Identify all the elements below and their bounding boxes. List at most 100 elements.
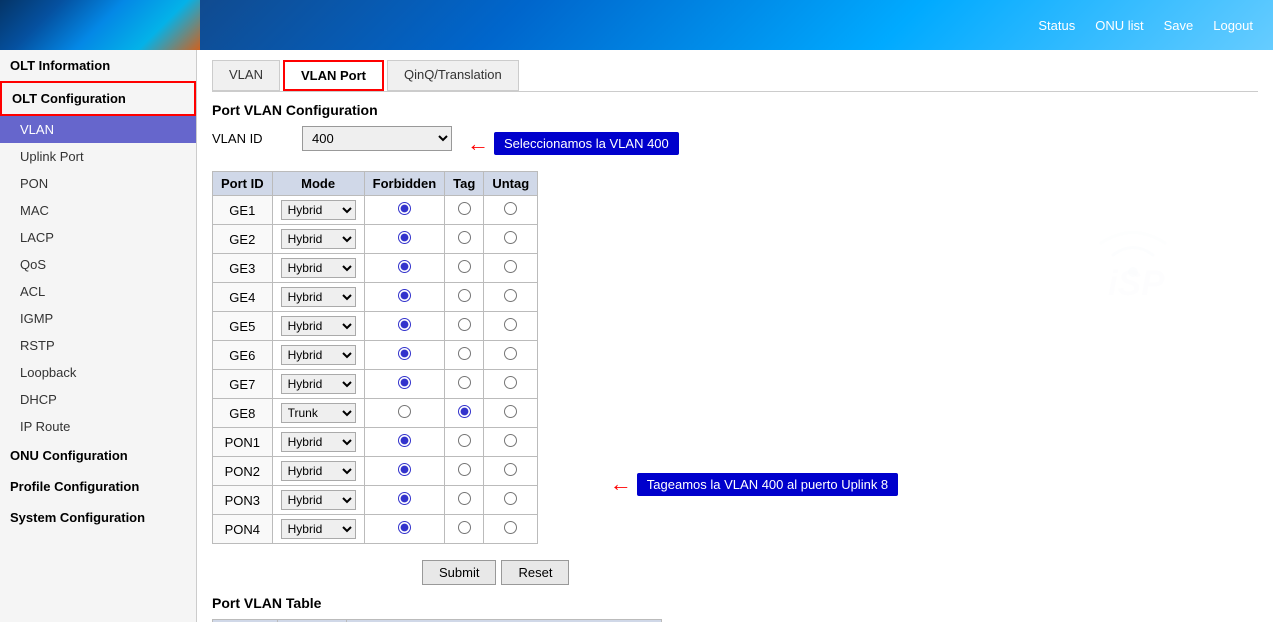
sidebar-item-dhcp[interactable]: DHCP <box>0 386 196 413</box>
mode-cell: HybridAccessTrunk <box>272 254 364 283</box>
tag-radio[interactable] <box>458 231 471 244</box>
sidebar-item-onu-config[interactable]: ONU Configuration <box>0 440 196 471</box>
forbidden-radio[interactable] <box>398 405 411 418</box>
logo <box>20 0 220 50</box>
sidebar-item-ip-route[interactable]: IP Route <box>0 413 196 440</box>
sidebar-item-uplink-port[interactable]: Uplink Port <box>0 143 196 170</box>
forbidden-radio[interactable] <box>398 492 411 505</box>
sidebar-item-profile-config[interactable]: Profile Configuration <box>0 471 196 502</box>
port-id-cell: GE6 <box>213 341 273 370</box>
tag-radio[interactable] <box>458 376 471 389</box>
mode-select[interactable]: HybridAccessTrunk <box>281 403 356 423</box>
mode-select[interactable]: HybridAccessTrunk <box>281 345 356 365</box>
port-id-cell: GE7 <box>213 370 273 399</box>
mode-select[interactable]: HybridAccessTrunk <box>281 258 356 278</box>
forbidden-radio[interactable] <box>398 376 411 389</box>
port-id-cell: GE8 <box>213 399 273 428</box>
tag-radio[interactable] <box>458 260 471 273</box>
submit-button[interactable]: Submit <box>422 560 496 585</box>
forbidden-radio[interactable] <box>398 521 411 534</box>
tab-qinq[interactable]: QinQ/Translation <box>387 60 519 91</box>
forbidden-radio[interactable] <box>398 231 411 244</box>
tag-radio[interactable] <box>458 347 471 360</box>
sidebar-item-olt-config[interactable]: OLT Configuration <box>0 81 196 116</box>
sidebar-item-loopback[interactable]: Loopback <box>0 359 196 386</box>
sidebar-item-system-config[interactable]: System Configuration <box>0 502 196 533</box>
port-id-cell: PON1 <box>213 428 273 457</box>
sidebar-item-acl[interactable]: ACL <box>0 278 196 305</box>
untag-radio[interactable] <box>504 202 517 215</box>
untag-radio[interactable] <box>504 318 517 331</box>
untag-radio[interactable] <box>504 492 517 505</box>
untag-radio[interactable] <box>504 405 517 418</box>
forbidden-radio[interactable] <box>398 463 411 476</box>
nav-save[interactable]: Save <box>1164 18 1194 33</box>
untag-radio[interactable] <box>504 463 517 476</box>
forbidden-radio[interactable] <box>398 434 411 447</box>
sidebar-item-qos[interactable]: QoS <box>0 251 196 278</box>
mode-select[interactable]: HybridAccessTrunk <box>281 461 356 481</box>
mode-select[interactable]: HybridAccessTrunk <box>281 287 356 307</box>
forbidden-radio[interactable] <box>398 318 411 331</box>
sidebar-item-olt-info[interactable]: OLT Information <box>0 50 196 81</box>
nav-status[interactable]: Status <box>1038 18 1075 33</box>
mode-select[interactable]: HybridAccessTrunk <box>281 490 356 510</box>
tag-radio[interactable] <box>458 521 471 534</box>
untag-radio[interactable] <box>504 347 517 360</box>
untag-radio[interactable] <box>504 289 517 302</box>
tag-radio[interactable] <box>458 318 471 331</box>
mode-select[interactable]: HybridAccessTrunk <box>281 229 356 249</box>
nav-onu-list[interactable]: ONU list <box>1095 18 1143 33</box>
col-untag: Untag <box>484 172 538 196</box>
tab-vlan[interactable]: VLAN <box>212 60 280 91</box>
sidebar-item-lacp[interactable]: LACP <box>0 224 196 251</box>
vlan-id-select[interactable]: 1 400 500 <box>302 126 452 151</box>
forbidden-cell <box>364 196 445 225</box>
table-row: GE7 HybridAccessTrunk <box>213 370 538 399</box>
untag-cell <box>484 254 538 283</box>
tag-cell <box>445 370 484 399</box>
sidebar-item-rstp[interactable]: RSTP <box>0 332 196 359</box>
mode-select[interactable]: HybridAccessTrunk <box>281 432 356 452</box>
tag-cell <box>445 399 484 428</box>
tag-cell <box>445 283 484 312</box>
mode-cell: HybridAccessTrunk <box>272 486 364 515</box>
port-id-cell: GE4 <box>213 283 273 312</box>
forbidden-radio[interactable] <box>398 260 411 273</box>
tag-radio[interactable] <box>458 202 471 215</box>
sidebar-item-mac[interactable]: MAC <box>0 197 196 224</box>
sidebar-item-pon[interactable]: PON <box>0 170 196 197</box>
tag-radio[interactable] <box>458 289 471 302</box>
untag-radio[interactable] <box>504 231 517 244</box>
nav-logout[interactable]: Logout <box>1213 18 1253 33</box>
forbidden-radio[interactable] <box>398 289 411 302</box>
layout: OLT Information OLT Configuration VLAN U… <box>0 50 1273 622</box>
tag-radio[interactable] <box>458 463 471 476</box>
bottom-annotation-area: ← Tageamos la VLAN 400 al puerto Uplink … <box>610 471 898 497</box>
port-vlan-config-table: Port ID Mode Forbidden Tag Untag GE1Hybr… <box>212 171 538 544</box>
untag-radio[interactable] <box>504 521 517 534</box>
sidebar-item-vlan[interactable]: VLAN <box>0 116 196 143</box>
untag-radio[interactable] <box>504 260 517 273</box>
mode-select[interactable]: HybridAccessTrunk <box>281 200 356 220</box>
tag-radio[interactable] <box>458 405 471 418</box>
mode-select[interactable]: HybridAccessTrunk <box>281 316 356 336</box>
isp-watermark: iSP <box>1073 200 1193 308</box>
untag-radio[interactable] <box>504 434 517 447</box>
reset-button[interactable]: Reset <box>501 560 569 585</box>
tag-cell <box>445 486 484 515</box>
tag-cell <box>445 225 484 254</box>
mode-select[interactable]: HybridAccessTrunk <box>281 374 356 394</box>
mode-select[interactable]: HybridAccessTrunk <box>281 519 356 539</box>
tab-vlan-port[interactable]: VLAN Port <box>283 60 384 91</box>
forbidden-radio[interactable] <box>398 202 411 215</box>
table-row: PON2HybridAccessTrunk <box>213 457 538 486</box>
tag-radio[interactable] <box>458 492 471 505</box>
forbidden-cell <box>364 312 445 341</box>
sidebar-item-igmp[interactable]: IGMP <box>0 305 196 332</box>
forbidden-radio[interactable] <box>398 347 411 360</box>
mode-cell: HybridAccessTrunk <box>272 428 364 457</box>
table-row: PON3HybridAccessTrunk <box>213 486 538 515</box>
untag-radio[interactable] <box>504 376 517 389</box>
tag-radio[interactable] <box>458 434 471 447</box>
